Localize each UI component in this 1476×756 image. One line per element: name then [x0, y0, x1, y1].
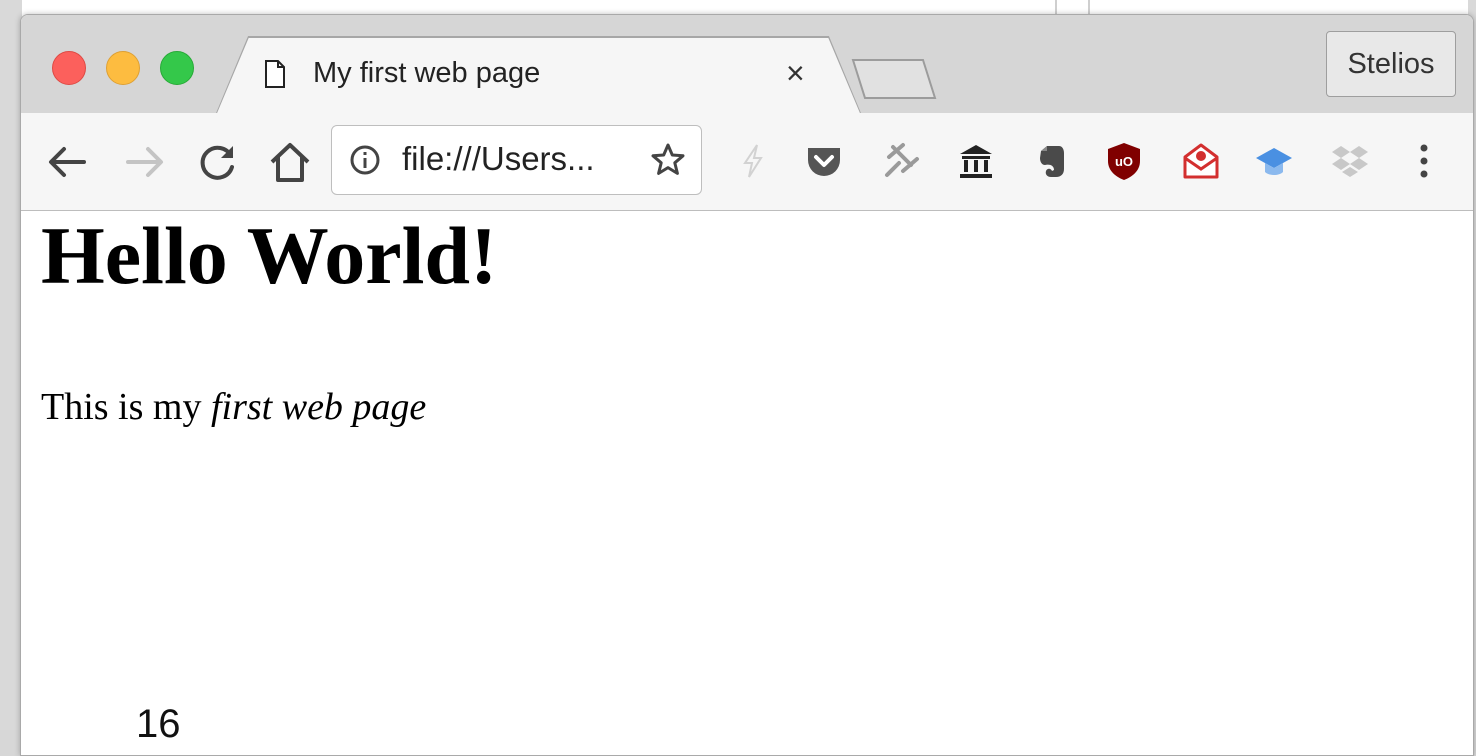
window-minimize-button[interactable]	[106, 51, 140, 85]
home-icon[interactable]	[267, 139, 313, 185]
page-heading: Hello World!	[41, 210, 498, 301]
window-maximize-button[interactable]	[160, 51, 194, 85]
evernote-icon[interactable]	[1031, 141, 1071, 181]
tab-close-icon[interactable]: ×	[786, 55, 805, 92]
dropbox-icon[interactable]	[1330, 141, 1370, 181]
ublock-icon[interactable]: uO	[1104, 141, 1144, 181]
info-icon[interactable]	[349, 144, 381, 176]
profile-button[interactable]: Stelios	[1326, 31, 1456, 97]
tab-title: My first web page	[313, 57, 541, 89]
browser-window: My first web page × Stelios file:///User…	[20, 14, 1474, 756]
bank-icon[interactable]	[956, 141, 996, 181]
window-close-button[interactable]	[52, 51, 86, 85]
forward-arrow-icon[interactable]	[122, 139, 168, 185]
svg-text:uO: uO	[1115, 154, 1133, 169]
slide-number: 16	[136, 702, 181, 746]
graduation-cap-icon[interactable]	[1254, 141, 1294, 181]
pin-icon[interactable]	[881, 141, 921, 181]
tab-bar: My first web page × Stelios	[21, 15, 1473, 113]
paragraph-text: This is my	[41, 386, 211, 428]
new-tab-button[interactable]	[851, 58, 937, 100]
paragraph-emphasis: first web page	[210, 386, 427, 428]
reload-icon[interactable]	[195, 139, 241, 185]
address-bar[interactable]: file:///Users...	[331, 125, 702, 195]
more-menu-icon[interactable]	[1404, 141, 1444, 181]
page-content: Hello World! This is my first web page	[21, 210, 1473, 755]
document-icon	[265, 60, 285, 88]
pocket-icon[interactable]	[804, 141, 844, 181]
bookmark-star-icon[interactable]	[650, 142, 686, 178]
tab-my-first-web-page[interactable]: My first web page ×	[216, 36, 861, 113]
back-arrow-icon[interactable]	[44, 139, 90, 185]
lightning-icon[interactable]	[733, 141, 773, 181]
url-text[interactable]: file:///Users...	[402, 140, 595, 178]
toolbar: file:///Users... uO	[21, 113, 1473, 211]
slide-divider	[1088, 0, 1090, 14]
mail-icon[interactable]	[1181, 141, 1221, 181]
slide-left-edge	[0, 0, 22, 730]
slide-divider	[1055, 0, 1057, 14]
page-paragraph: This is my first web page	[41, 385, 426, 429]
